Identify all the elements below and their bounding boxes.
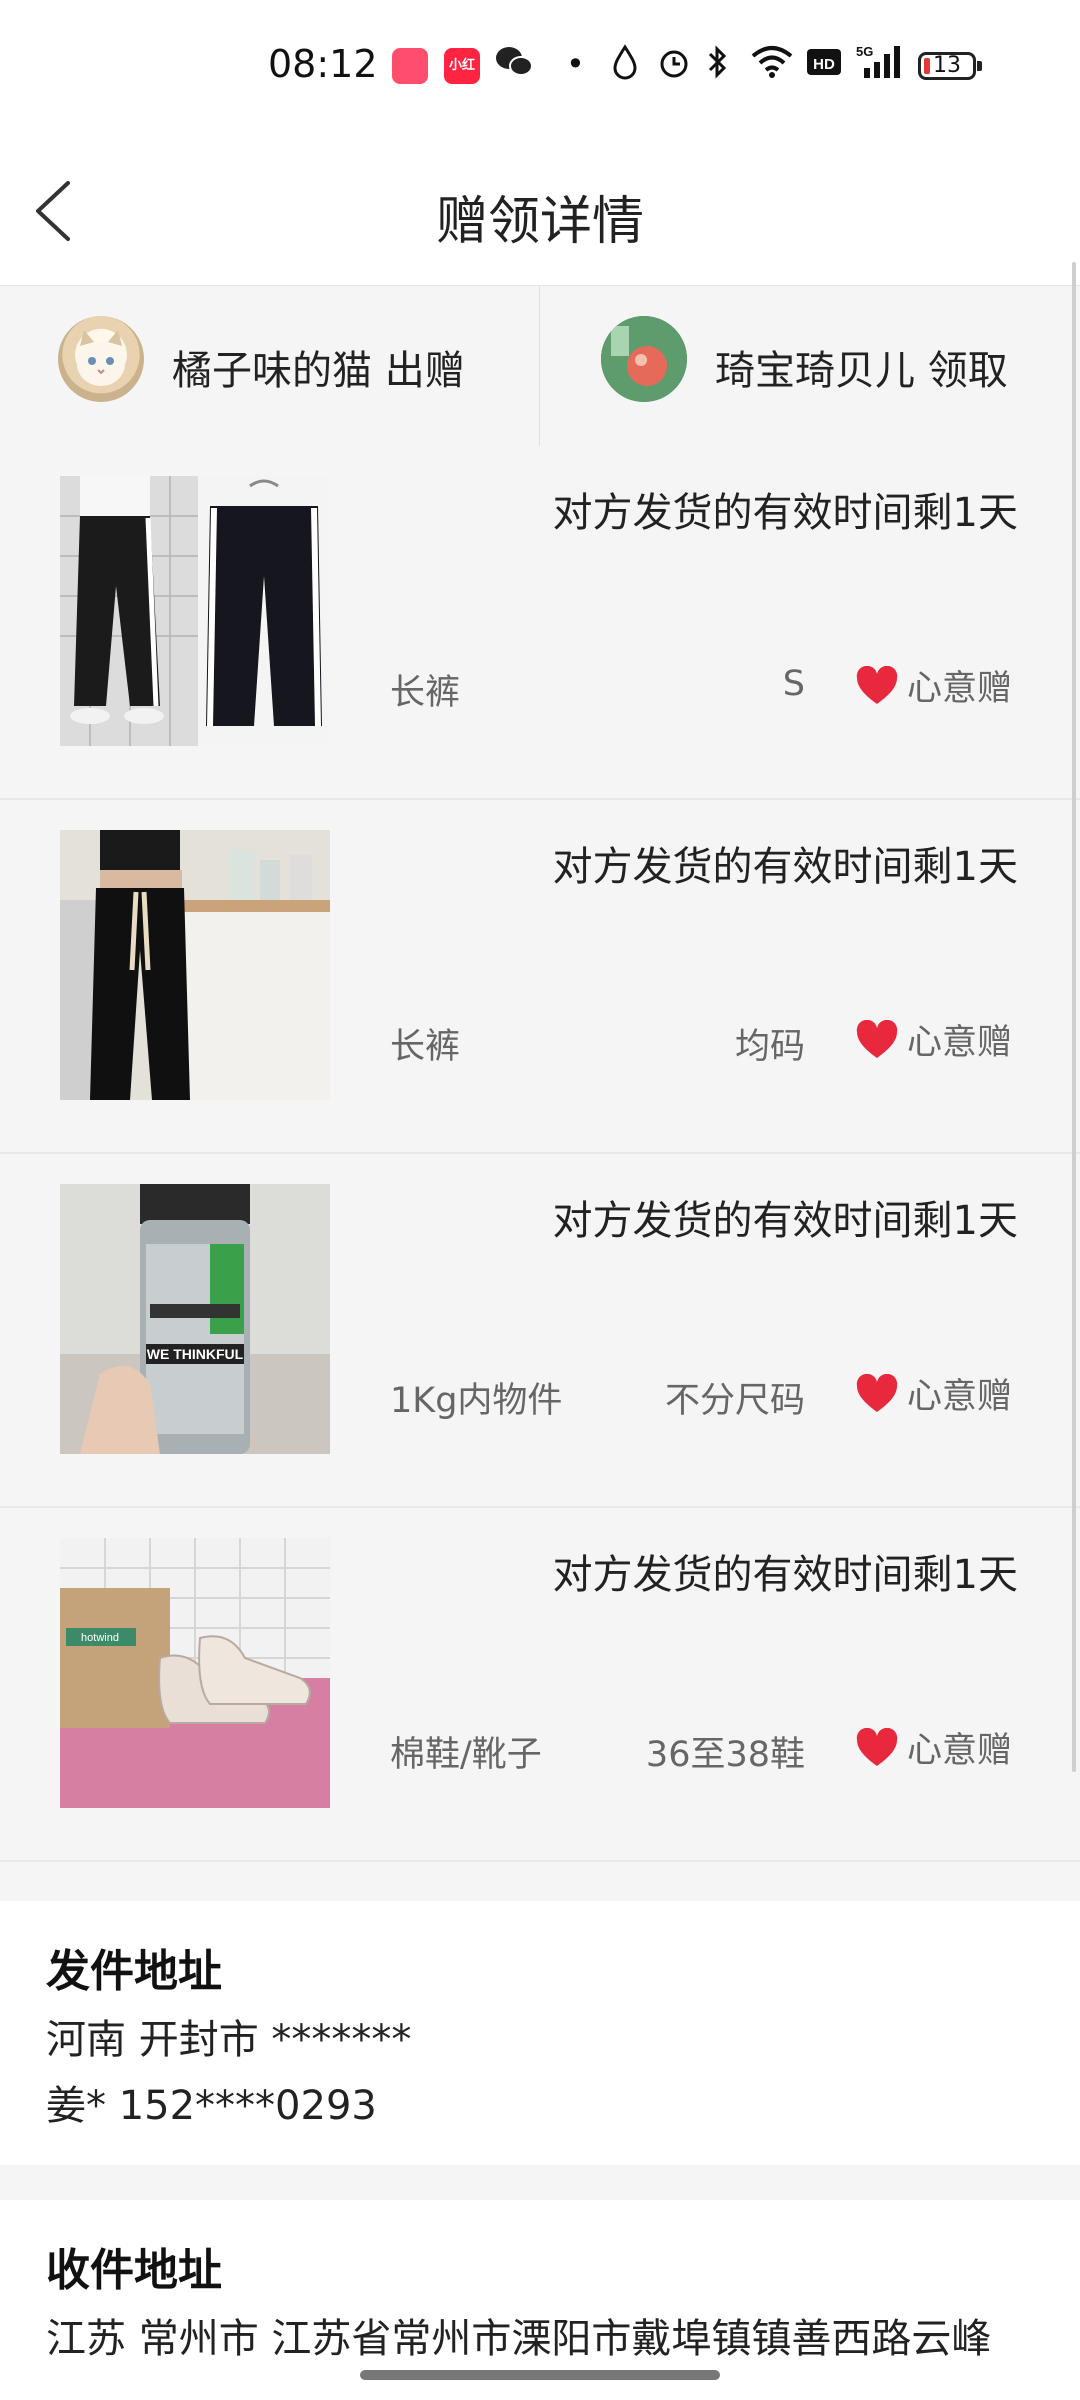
battery-icon: 13 [918, 52, 982, 80]
section-divider [0, 2165, 1080, 2200]
shipping-deadline: 对方发货的有效时间剩1天 [552, 1552, 1018, 1598]
item-size: 均码 [734, 1027, 805, 1067]
wechat-icon [494, 44, 534, 89]
send-address-region: 河南 开封市 ******* [46, 2017, 412, 2063]
receiver-name: 琦宝琦贝儿 领取 [715, 348, 1008, 394]
shipping-deadline: 对方发货的有效时间剩1天 [552, 490, 1018, 536]
gift-item[interactable]: 对方发货的有效时间剩1天 长裤 均码 心意赠 [0, 800, 1080, 1154]
item-size: 不分尺码 [664, 1381, 805, 1421]
gift-type: 心意赠 [855, 1722, 1012, 1773]
receive-address-title: 收件地址 [46, 2245, 222, 2296]
heart-icon [855, 1373, 899, 1414]
svg-text:WE THINKFUL: WE THINKFUL [147, 1346, 244, 1362]
status-time: 08:12 [268, 42, 378, 86]
giver[interactable]: 橘子味的猫 出赠 [0, 286, 540, 446]
shipping-deadline: 对方发货的有效时间剩1天 [552, 1198, 1018, 1244]
scrollbar[interactable] [1072, 262, 1076, 1772]
gift-type-label: 心意赠 [906, 1377, 1012, 1417]
gift-item[interactable]: hotwind 对方发货的有效时间剩1天 棉鞋/靴子 36至38鞋 心意赠 [0, 1508, 1080, 1862]
item-thumbnail-pants[interactable] [60, 830, 330, 1100]
send-address-title: 发件地址 [46, 1946, 222, 1997]
dot-icon: • [566, 45, 585, 83]
item-size: S [782, 664, 805, 704]
heart-icon [855, 665, 899, 706]
send-address-section: 发件地址 河南 开封市 ******* 姜* 152****0293 [0, 1901, 1080, 2165]
gift-type-label: 心意赠 [906, 1023, 1012, 1063]
live-app-icon [392, 48, 428, 84]
item-thumbnail-bottle[interactable]: WE THINKFUL [60, 1184, 330, 1454]
svg-text:HD: HD [813, 56, 835, 73]
giver-avatar[interactable] [58, 316, 144, 402]
svg-text:hotwind: hotwind [81, 1632, 119, 1644]
gift-type: 心意赠 [855, 1368, 1012, 1419]
header: 赠领详情 [0, 135, 1080, 285]
shipping-deadline: 对方发货的有效时间剩1天 [552, 844, 1018, 890]
gift-item[interactable]: 对方发货的有效时间剩1天 长裤 S 心意赠 [0, 446, 1080, 800]
alarm-icon [656, 44, 692, 89]
participants-bar: 橘子味的猫 出赠 琦宝琦贝儿 领取 [0, 285, 1080, 447]
water-drop-icon [612, 44, 638, 89]
gift-type-label: 心意赠 [906, 1731, 1012, 1771]
item-category: 长裤 [390, 673, 461, 713]
gift-type: 心意赠 [855, 1014, 1012, 1065]
gift-type: 心意赠 [855, 660, 1012, 711]
gift-type-label: 心意赠 [906, 669, 1012, 709]
bluetooth-icon [706, 44, 730, 89]
item-size: 36至38鞋 [645, 1735, 805, 1775]
svg-text:5G: 5G [856, 44, 873, 59]
home-indicator[interactable] [360, 2370, 720, 2380]
item-category: 长裤 [390, 1027, 461, 1067]
receiver-avatar[interactable] [601, 316, 687, 402]
gift-item[interactable]: WE THINKFUL 对方发货的有效时间剩1天 1Kg内物件 不分尺码 心意赠 [0, 1154, 1080, 1508]
status-bar: 08:12 小红书 • HD 5G 13 [0, 0, 1080, 135]
giver-name: 橘子味的猫 出赠 [172, 348, 465, 394]
xiaohongshu-icon: 小红书 [444, 48, 480, 84]
hd-icon: HD [806, 44, 842, 89]
receiver[interactable]: 琦宝琦贝儿 领取 [541, 286, 1080, 446]
item-category: 1Kg内物件 [390, 1381, 563, 1421]
item-list: 对方发货的有效时间剩1天 长裤 S 心意赠 对方发货的有效时间剩1天 长裤 均码… [0, 446, 1080, 1901]
page-title: 赠领详情 [435, 192, 644, 252]
signal-5g-icon: 5G [856, 44, 904, 89]
heart-icon [855, 1727, 899, 1768]
item-thumbnail-pants[interactable] [60, 476, 330, 746]
item-category: 棉鞋/靴子 [390, 1735, 542, 1775]
send-address-contact: 姜* 152****0293 [46, 2083, 377, 2129]
receive-address-region: 江苏 常州市 江苏省常州市溧阳市戴埠镇镇善西路云峰 [46, 2316, 992, 2362]
heart-icon [855, 1019, 899, 1060]
item-thumbnail-shoes[interactable]: hotwind [60, 1538, 330, 1808]
wifi-icon [750, 44, 794, 89]
